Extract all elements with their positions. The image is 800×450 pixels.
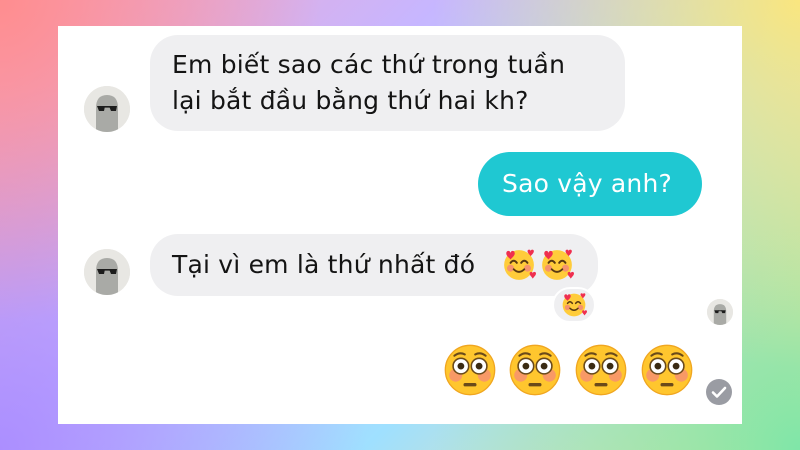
check-circle-icon [706,379,732,405]
flushed-face-emoji[interactable] [444,344,496,396]
message-text: Tại vì em là thứ nhất đó [172,250,476,279]
flushed-face-emoji[interactable] [641,344,693,396]
smiling-face-with-hearts-emoji [561,292,587,318]
smiling-face-with-hearts-emoji [541,248,574,281]
incoming-message-bubble[interactable]: Em biết sao các thứ trong tuần lại bắt đ… [150,35,625,131]
outgoing-message-bubble[interactable]: Sao vậy anh? [478,152,702,216]
message-text-line: Em biết sao các thứ trong tuần [172,50,566,79]
incoming-message-bubble[interactable]: Tại vì em là thứ nhất đó [150,234,598,296]
contact-avatar[interactable] [84,86,130,132]
flushed-face-emoji[interactable] [575,344,627,396]
read-receipt-avatar [707,299,733,325]
message-reaction[interactable] [552,287,596,323]
message-text: Sao vậy anh? [502,169,672,198]
message-text-line: lại bắt đầu bằng thứ hai kh? [172,86,529,115]
contact-avatar[interactable] [84,249,130,295]
smiling-face-with-hearts-emoji [503,248,536,281]
flushed-face-emoji[interactable] [509,344,561,396]
